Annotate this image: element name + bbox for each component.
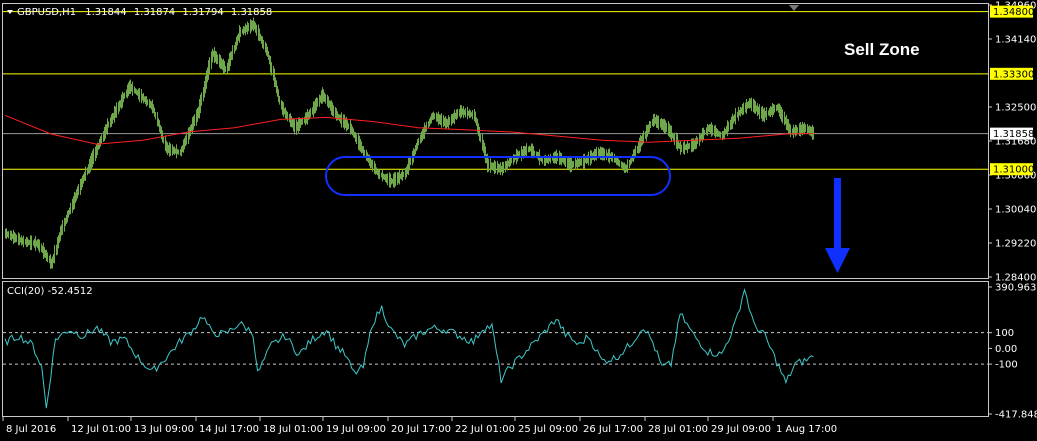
cci-tick-label: 0.00 <box>995 344 1017 355</box>
chart-header: GBPUSD,H1 1.31844 1.31874 1.31794 1.3185… <box>7 7 272 18</box>
time-tick-label: 13 Jul 09:00 <box>134 424 194 435</box>
moving-average-line <box>4 114 814 145</box>
level-price-label: 1.34800 <box>993 7 1034 18</box>
cci-axis: 390.963 100 0.00 -100 -417.8481 <box>988 283 1037 421</box>
time-tick-label: 1 Aug 17:00 <box>776 424 837 435</box>
price-tick-label: 1.32500 <box>995 103 1036 114</box>
time-tick-label: 12 Jul 01:00 <box>71 424 131 435</box>
price-tick-label: 1.30040 <box>995 205 1036 216</box>
time-tick-label: 26 Jul 17:00 <box>583 424 643 435</box>
price-tick-label: 1.29220 <box>995 239 1036 250</box>
time-tick-label: 22 Jul 01:00 <box>455 424 515 435</box>
svg-text:GBPUSD,H1 1.31844: GBPUSD,H1 1.31844 1.31874 1.31794 1.3185… <box>17 7 272 18</box>
open-value: 1.31844 <box>85 7 126 18</box>
symbol-label: GBPUSD,H1 <box>17 7 76 18</box>
level-price-label: 1.33300 <box>993 69 1034 80</box>
time-tick-label: 28 Jul 01:00 <box>648 424 708 435</box>
cci-line <box>4 287 814 409</box>
current-price-label: 1.31858 <box>993 129 1034 140</box>
cci-tick-label: -417.8481 <box>995 410 1037 421</box>
close-value: 1.31858 <box>231 7 272 18</box>
time-tick-label: 18 Jul 01:00 <box>263 424 323 435</box>
shift-marker-icon[interactable] <box>789 5 799 11</box>
trading-chart[interactable]: 1.349601.341401.325001.316801.308601.300… <box>0 0 1037 441</box>
time-tick-label: 29 Jul 09:00 <box>711 424 771 435</box>
price-axis: 1.349601.341401.325001.316801.308601.300… <box>988 1 1036 284</box>
cci-tick-label: 390.963 <box>995 283 1036 294</box>
cci-tick-label: -100 <box>995 360 1018 371</box>
time-tick-label: 20 Jul 17:00 <box>391 424 451 435</box>
time-tick-label: 19 Jul 09:00 <box>326 424 386 435</box>
level-price-label: 1.31000 <box>993 165 1034 176</box>
price-tick-label: 1.34140 <box>995 35 1036 46</box>
sell-zone-label: Sell Zone <box>844 40 920 59</box>
cci-label: CCI(20) -52.4512 <box>7 286 93 297</box>
time-tick-label: 8 Jul 2016 <box>6 424 56 435</box>
down-arrow-icon <box>825 178 850 273</box>
horizontal-levels[interactable]: 1.34800 1.33300 1.31000 1.31858 <box>3 5 1034 176</box>
time-tick-label: 14 Jul 17:00 <box>199 424 259 435</box>
cci-tick-label: 100 <box>995 328 1014 339</box>
time-tick-label: 25 Jul 09:00 <box>518 424 578 435</box>
low-value: 1.31794 <box>182 7 223 18</box>
high-value: 1.31874 <box>134 7 175 18</box>
time-axis: 8 Jul 2016 12 Jul 01:00 13 Jul 09:00 14 Jul… <box>2 416 837 435</box>
price-bars <box>5 17 814 269</box>
